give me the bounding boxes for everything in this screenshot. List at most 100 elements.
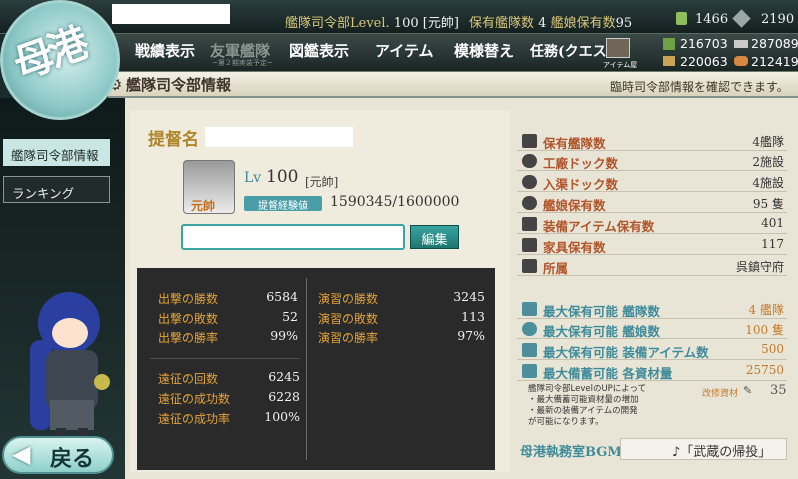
character-skirt (50, 400, 94, 430)
exp-value: 1590345/1600000 (330, 194, 460, 210)
sortie-wins-value: 6584 (266, 289, 298, 304)
info-factory-value: 2施設 (752, 155, 784, 169)
item-shop-label[interactable]: アイテム屋 (603, 60, 637, 70)
info-equipment-value: 401 (761, 216, 784, 230)
shipgirl-icon (522, 196, 537, 210)
exercise-losses-label: 演習の敗数 (318, 312, 379, 326)
max-resources-label: 最大備蓄可能 各資材量 (543, 366, 673, 381)
hq-rank: [元帥] (422, 16, 459, 31)
exercise-losses-value: 113 (461, 309, 485, 324)
info-repair-label: 入渠ドック数 (543, 177, 619, 192)
menu-friend-fleet-sub: ~第２期実装予定~ (212, 59, 273, 67)
expedition-rate-label: 遠征の成功率 (158, 412, 231, 426)
info-shipgirls-label: 艦娘保有数 (543, 198, 606, 213)
item-shop-icon[interactable] (606, 38, 630, 58)
exercise-winrate-value: 97% (457, 328, 485, 343)
exercise-wins-value: 3245 (453, 289, 485, 304)
base-icon (522, 259, 537, 273)
level-up-note: 艦隊司令部LevelのUPによって ・最大備蓄可能資材量の増加 ・最新の装備アイ… (528, 384, 646, 428)
page-title: 艦隊司令部情報 (126, 76, 232, 94)
factory-gear-icon (522, 154, 537, 168)
expedition-success-value: 6228 (268, 389, 300, 404)
wrench-icon: ✎ (743, 384, 753, 397)
menu-items[interactable]: アイテム (375, 40, 434, 61)
info-equipment-label: 装備アイテム保有数 (543, 219, 655, 234)
menu-decorate[interactable]: 模様替え (454, 40, 514, 61)
hq-level-display: 艦隊司令部Level. 100 [元帥] (285, 12, 459, 31)
sidebar-item-hq-info[interactable]: 艦隊司令部情報 (3, 139, 110, 166)
fleet-count-display: 保有艦隊数 4 艦娘保有数95 (469, 12, 632, 31)
bauxite-icon (734, 56, 748, 66)
max-equipment-label: 最大保有可能 装備アイテム数 (543, 345, 709, 360)
expedition-success-label: 遠征の成功数 (158, 392, 231, 406)
info-fleets-label: 保有艦隊数 (543, 136, 606, 151)
divider (150, 358, 300, 359)
max-shipgirls-value: 100 隻 (745, 323, 784, 337)
bgm-value[interactable]: ♪「武蔵の帰投」 (672, 441, 771, 460)
menu-encyclopedia[interactable]: 図鑑表示 (289, 40, 349, 61)
expedition-rate-value: 100% (264, 409, 300, 424)
steel-value: 287089 (751, 36, 798, 51)
admiral-name-label: 提督名 (148, 130, 199, 150)
fuel-icon (663, 38, 675, 50)
info-affiliation-label: 所属 (543, 261, 569, 276)
fleet-icon (522, 302, 537, 316)
exercise-winrate-label: 演習の勝率 (318, 331, 379, 345)
fuel-value: 216703 (680, 36, 728, 51)
sortie-wins-label: 出撃の勝数 (158, 292, 219, 306)
steel-icon (734, 40, 748, 48)
note-line: ・最新の装備アイテムの開発 (528, 406, 638, 416)
exp-label: 提督経験値 (244, 196, 322, 212)
exercise-wins-label: 演習の勝数 (318, 292, 379, 306)
fleets-owned-value: 4 (538, 16, 547, 31)
sortie-winrate-label: 出撃の勝率 (158, 331, 219, 345)
back-arrow-icon[interactable]: ◀ (12, 440, 30, 468)
max-shipgirls-label: 最大保有可能 艦娘数 (543, 324, 660, 339)
sidebar-item-ranking[interactable]: ランキング (3, 176, 110, 203)
repair-cross-icon (522, 175, 537, 189)
info-shipgirls-value: 95 隻 (752, 197, 784, 211)
expedition-count-label: 遠征の回数 (158, 372, 219, 386)
level-label: Lv (244, 170, 262, 186)
storage-icon (522, 364, 537, 378)
info-fleets-value: 4艦隊 (752, 135, 784, 149)
player-name-field (112, 4, 230, 24)
bgm-label: 母港執務室BGM (520, 445, 622, 460)
fleet-icon (522, 134, 537, 148)
max-equipment-value: 500 (761, 342, 784, 356)
devmat-count: 2190 (761, 12, 795, 27)
ammo-icon (663, 56, 675, 66)
info-factory-label: 工廠ドック数 (543, 156, 619, 171)
bauxite-value: 212419 (751, 54, 798, 69)
furniture-icon (522, 238, 537, 252)
menu-record[interactable]: 戦績表示 (135, 40, 195, 61)
edit-button[interactable]: 編集 (410, 225, 459, 249)
note-line: ・最大備蓄可能資材量の増加 (528, 395, 639, 405)
divider (306, 278, 307, 460)
remodel-label: 改修資材 (702, 389, 739, 399)
rank-text: [元帥] (305, 175, 339, 189)
equipment-icon (522, 217, 537, 231)
remodel-value: 35 (770, 383, 787, 398)
character-face (52, 318, 88, 348)
info-furniture-label: 家具保有数 (543, 240, 606, 255)
hq-level-value: 100 (393, 16, 419, 31)
note-line: 艦隊司令部LevelのUPによって (528, 384, 647, 394)
page-subtitle: 臨時司令部情報を確認できます。 (610, 80, 789, 94)
max-fleets-value: 4 艦隊 (748, 303, 784, 317)
comment-input[interactable] (181, 224, 405, 250)
info-furniture-value: 117 (761, 237, 784, 251)
bucket-count: 1466 (695, 12, 729, 27)
admiral-name-value (205, 127, 353, 147)
max-resources-value: 25750 (745, 363, 784, 377)
sortie-losses-value: 52 (282, 309, 298, 324)
note-line: が可能になります。 (528, 417, 604, 427)
sortie-losses-label: 出撃の敗数 (158, 312, 219, 326)
hq-level-label: 艦隊司令部Level. (285, 16, 390, 31)
rank-badge-text: 元帥 (191, 199, 216, 213)
level-value: 100 (266, 167, 299, 187)
girls-owned-label: 艦娘保有数 (550, 16, 616, 31)
bucket-icon (676, 12, 687, 25)
equipment-icon (522, 343, 537, 357)
back-label[interactable]: 戻る (50, 441, 94, 473)
